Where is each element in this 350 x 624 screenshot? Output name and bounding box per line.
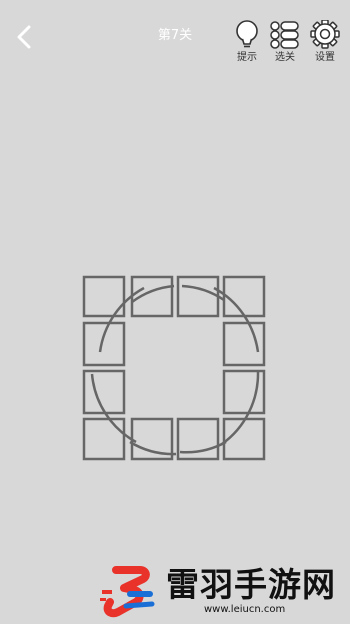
level-select-button[interactable]: 选关 (268, 20, 302, 66)
ring-arc (90, 373, 137, 444)
puzzle-tile[interactable] (222, 275, 266, 318)
site-url: www.leiucn.com (204, 604, 286, 615)
gear-icon (310, 20, 340, 49)
ring-arc (131, 284, 175, 304)
settings-button[interactable]: 设置 (308, 20, 342, 66)
level-select-label: 选关 (275, 52, 295, 63)
back-button[interactable] (8, 20, 40, 54)
puzzle-tile[interactable] (82, 417, 126, 461)
site-name: 雷羽手游网 (166, 565, 336, 604)
puzzle-tile[interactable] (222, 321, 266, 367)
list-icon (270, 21, 299, 49)
top-bar: 第7关 提示 选关 设置 (0, 0, 350, 70)
chevron-left-icon (17, 25, 31, 49)
ring-puzzle (82, 275, 266, 461)
ring-arc (221, 371, 260, 446)
puzzle-tile[interactable] (176, 275, 220, 318)
hint-label: 提示 (237, 52, 257, 63)
puzzle-board (78, 274, 272, 462)
puzzle-tile[interactable] (82, 321, 126, 367)
ring-arc (129, 440, 177, 456)
puzzle-tile[interactable] (82, 369, 126, 415)
settings-label: 设置 (315, 52, 335, 63)
site-watermark: 雷羽手游网 www.leiucn.com (96, 560, 346, 620)
lightbulb-icon (236, 20, 258, 48)
site-logo (100, 566, 155, 618)
hint-button[interactable]: 提示 (230, 20, 264, 66)
